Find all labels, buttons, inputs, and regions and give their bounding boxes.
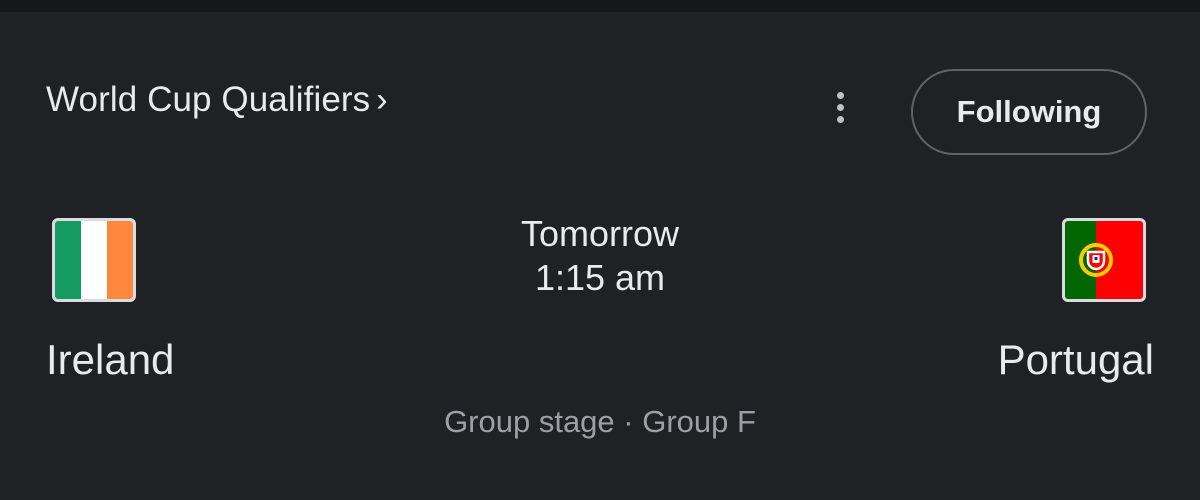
flag-stripe-white <box>81 221 107 299</box>
away-team-name: Portugal <box>997 336 1154 383</box>
more-vert-icon-dot <box>836 103 844 111</box>
stage-info: Group stage · Group F <box>444 404 756 439</box>
match-time: Tomorrow 1:15 am <box>400 212 800 300</box>
top-divider <box>0 0 1200 12</box>
competition-title: World Cup Qualifiers <box>46 80 371 119</box>
chevron-right-icon: › <box>376 81 388 119</box>
more-options-button[interactable] <box>820 82 860 132</box>
following-button[interactable]: Following <box>911 69 1147 155</box>
ireland-flag-icon <box>52 218 136 302</box>
match-clock: 1:15 am <box>534 257 666 298</box>
flag-stripe-green <box>55 221 81 299</box>
match-day: Tomorrow <box>520 213 680 254</box>
more-vert-icon <box>836 91 844 99</box>
portugal-flag-icon <box>1062 218 1146 302</box>
flag-stripe-orange <box>107 221 133 299</box>
home-team-name: Ireland <box>46 336 175 383</box>
competition-link[interactable]: World Cup Qualifiers › <box>46 80 388 120</box>
more-vert-icon-dot <box>836 115 844 123</box>
portugal-flag-graphic <box>1065 221 1143 299</box>
